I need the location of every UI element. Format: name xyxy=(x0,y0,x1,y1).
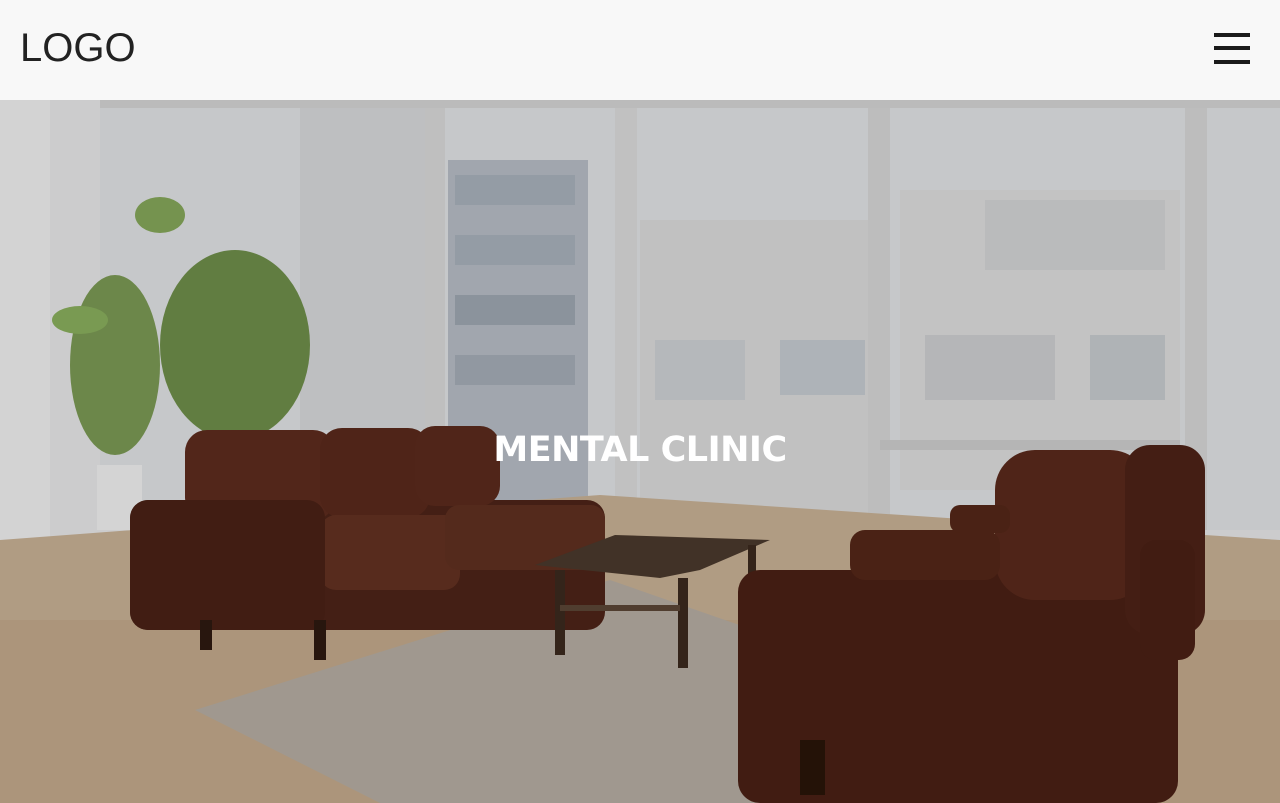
logo[interactable]: LOGO xyxy=(20,26,136,71)
hero-title: MENTAL CLINIC xyxy=(493,430,787,470)
site-header: LOGO xyxy=(0,0,1280,100)
hero-section: MENTAL CLINIC xyxy=(0,100,1280,803)
hamburger-menu-icon[interactable] xyxy=(1214,33,1250,65)
